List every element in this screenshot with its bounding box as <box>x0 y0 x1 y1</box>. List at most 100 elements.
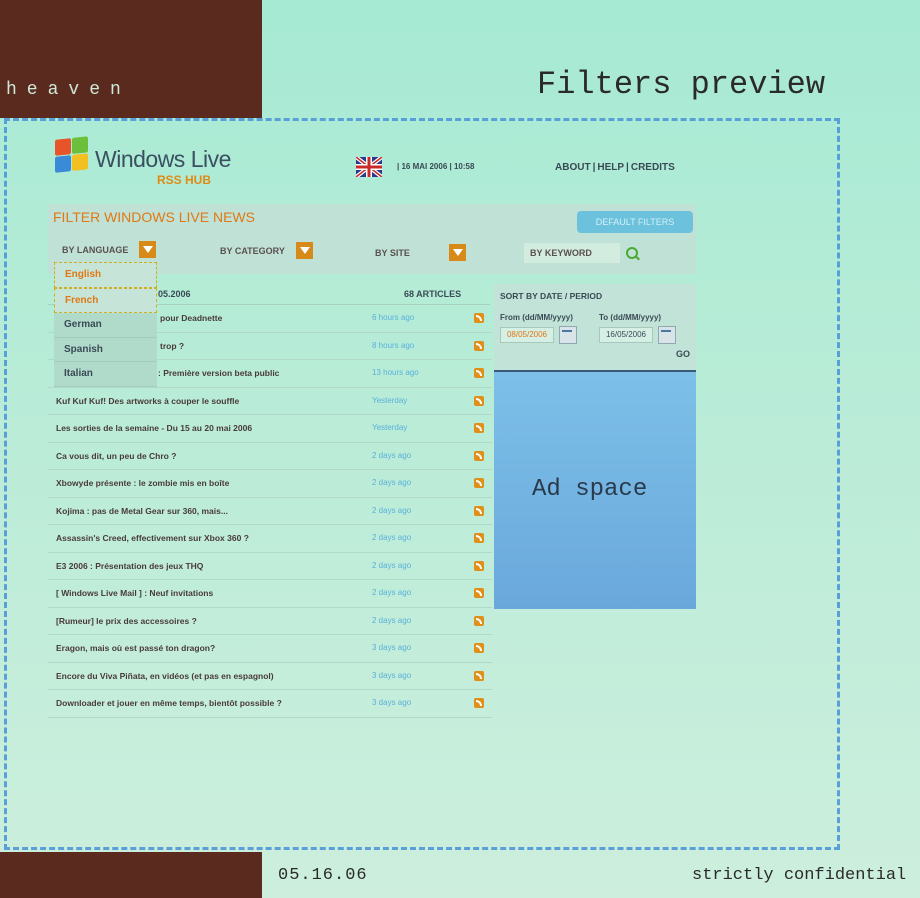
calendar-icon[interactable] <box>559 326 577 344</box>
windows-flag-icon <box>55 136 89 174</box>
background-panel-bottom <box>0 852 262 898</box>
article-time: 2 days ago <box>372 450 412 460</box>
rss-icon[interactable] <box>474 698 484 708</box>
rss-icon[interactable] <box>474 588 484 598</box>
article-title[interactable]: E3 2006 : Présentation des jeux THQ <box>56 561 203 571</box>
language-option-english[interactable]: English <box>54 262 157 288</box>
article-title[interactable]: Kojima : pas de Metal Gear sur 360, mais… <box>56 506 228 516</box>
table-row[interactable]: Xbowyde présente : le zombie mis en boît… <box>48 470 492 498</box>
table-row[interactable]: Assassin's Creed, effectivement sur Xbox… <box>48 525 492 553</box>
table-row[interactable]: Downloader et jouer en même temps, bient… <box>48 690 492 718</box>
from-date-input[interactable]: 08/05/2006 <box>500 327 554 343</box>
table-row[interactable]: Encore du Viva Piñata, en vidéos (et pas… <box>48 663 492 690</box>
article-time: 3 days ago <box>372 643 412 652</box>
article-time: Yesterday <box>372 395 408 405</box>
table-row[interactable]: Les sorties de la semaine - Du 15 au 20 … <box>48 415 492 443</box>
table-row[interactable]: E3 2006 : Présentation des jeux THQ 2 day… <box>48 553 492 580</box>
logo-subtitle: RSS HUB <box>157 173 212 187</box>
header-date: | 16 MAI 2006 | 10:58 <box>397 162 475 171</box>
from-date-label: From (dd/MM/yyyy) <box>500 313 573 322</box>
article-time: 3 days ago <box>372 698 412 707</box>
go-button[interactable]: GO <box>676 349 690 359</box>
language-option-italian[interactable]: Italian <box>54 362 157 387</box>
filter-title: FILTER WINDOWS LIVE NEWS <box>53 209 255 225</box>
calendar-icon[interactable] <box>658 326 676 344</box>
language-option-german[interactable]: German <box>54 313 157 338</box>
nav-about-link[interactable]: ABOUT <box>555 162 591 173</box>
category-dropdown[interactable]: BY CATEGORY <box>220 240 313 262</box>
article-title[interactable]: [ Windows Live Mail ] : Neuf invitations <box>56 588 213 598</box>
uk-flag-icon[interactable] <box>356 157 382 177</box>
table-row[interactable]: [Rumeur] le prix des accessoires ? 2 days… <box>48 608 492 635</box>
keyword-label: BY KEYWORD <box>530 248 592 258</box>
rss-icon[interactable] <box>474 368 484 378</box>
chevron-down-icon <box>139 241 156 258</box>
ad-space-label: Ad space <box>532 476 648 503</box>
footer-date: 05.16.06 <box>278 866 368 885</box>
article-title[interactable]: Les sorties de la semaine - Du 15 au 20 … <box>56 423 252 433</box>
article-title[interactable]: Eragon, mais où est passé ton dragon? <box>56 643 215 653</box>
rss-icon[interactable] <box>474 395 484 406</box>
rss-icon[interactable] <box>474 615 484 626</box>
table-row[interactable]: Ca vous dit, un peu de Chro ? 2 days ago <box>48 443 492 470</box>
rss-icon[interactable] <box>474 478 484 488</box>
table-row[interactable]: Kojima : pas de Metal Gear sur 360, mais… <box>48 498 492 525</box>
category-dropdown-label: BY CATEGORY <box>220 246 285 256</box>
top-nav: ABOUT | HELP | CREDITS <box>555 162 675 173</box>
chevron-down-icon <box>449 244 466 261</box>
article-title[interactable]: trop ? <box>160 341 184 351</box>
language-option-french[interactable]: French <box>54 287 157 313</box>
language-dropdown-label: BY LANGUAGE <box>62 245 129 255</box>
rss-icon[interactable] <box>474 423 484 433</box>
article-time: 3 days ago <box>372 670 412 680</box>
language-option-spanish[interactable]: Spanish <box>54 337 157 362</box>
article-time: 6 hours ago <box>372 313 415 322</box>
language-dropdown-menu: English French German Spanish Italian <box>54 262 157 387</box>
side-label: heaven <box>6 80 131 100</box>
article-time: 2 days ago <box>372 505 412 515</box>
article-time: 2 days ago <box>372 588 412 597</box>
article-time: 2 days ago <box>372 533 412 542</box>
rss-icon[interactable] <box>474 533 484 543</box>
article-title[interactable]: Ca vous dit, un peu de Chro ? <box>56 451 176 461</box>
footer-note: strictly confidential <box>692 866 907 885</box>
rss-icon[interactable] <box>474 505 484 516</box>
article-title[interactable]: Downloader et jouer en même temps, bient… <box>56 698 282 708</box>
site-dropdown[interactable]: BY SITE <box>375 242 466 264</box>
nav-credits-link[interactable]: CREDITS <box>631 162 675 173</box>
logo-title: Windows Live <box>95 146 231 172</box>
background-panel-top <box>0 0 262 118</box>
article-time: 2 days ago <box>372 615 412 625</box>
article-count: 68 ARTICLES <box>404 289 462 299</box>
table-row[interactable]: [ Windows Live Mail ] : Neuf invitations… <box>48 580 492 608</box>
search-icon[interactable] <box>626 247 638 259</box>
rss-icon[interactable] <box>474 340 484 351</box>
article-time: 8 hours ago <box>372 340 415 350</box>
to-date-label: To (dd/MM/yyyy) <box>599 313 662 322</box>
slide-title: Filters preview <box>537 66 826 103</box>
table-row[interactable]: Kuf Kuf Kuf! Des artworks à couper le so… <box>48 388 492 415</box>
article-title[interactable]: pour Deadnette <box>160 313 222 323</box>
list-header-date: 05.2006 <box>158 289 191 299</box>
article-title[interactable]: Assassin's Creed, effectivement sur Xbox… <box>56 533 249 543</box>
article-time: Yesterday <box>372 423 408 432</box>
article-title[interactable]: : Première version beta public <box>158 368 279 378</box>
chevron-down-icon <box>296 242 313 259</box>
nav-help-link[interactable]: HELP <box>597 162 624 173</box>
article-time: 13 hours ago <box>372 368 419 377</box>
article-title[interactable]: Encore du Viva Piñata, en vidéos (et pas… <box>56 671 274 681</box>
to-date-input[interactable]: 16/05/2006 <box>599 327 653 343</box>
rss-icon[interactable] <box>474 560 484 571</box>
rss-icon[interactable] <box>474 670 484 681</box>
default-filters-button[interactable]: DEFAULT FILTERS <box>577 211 693 233</box>
article-title[interactable]: Kuf Kuf Kuf! Des artworks à couper le so… <box>56 396 239 406</box>
language-dropdown[interactable]: BY LANGUAGE <box>62 239 157 261</box>
article-title[interactable]: [Rumeur] le prix des accessoires ? <box>56 616 197 626</box>
table-row[interactable]: Eragon, mais où est passé ton dragon? 3 d… <box>48 635 492 663</box>
article-time: 2 days ago <box>372 560 412 570</box>
rss-icon[interactable] <box>474 643 484 653</box>
rss-icon[interactable] <box>474 313 484 323</box>
article-title[interactable]: Xbowyde présente : le zombie mis en boît… <box>56 478 229 488</box>
site-dropdown-label: BY SITE <box>375 248 410 258</box>
rss-icon[interactable] <box>474 450 484 461</box>
